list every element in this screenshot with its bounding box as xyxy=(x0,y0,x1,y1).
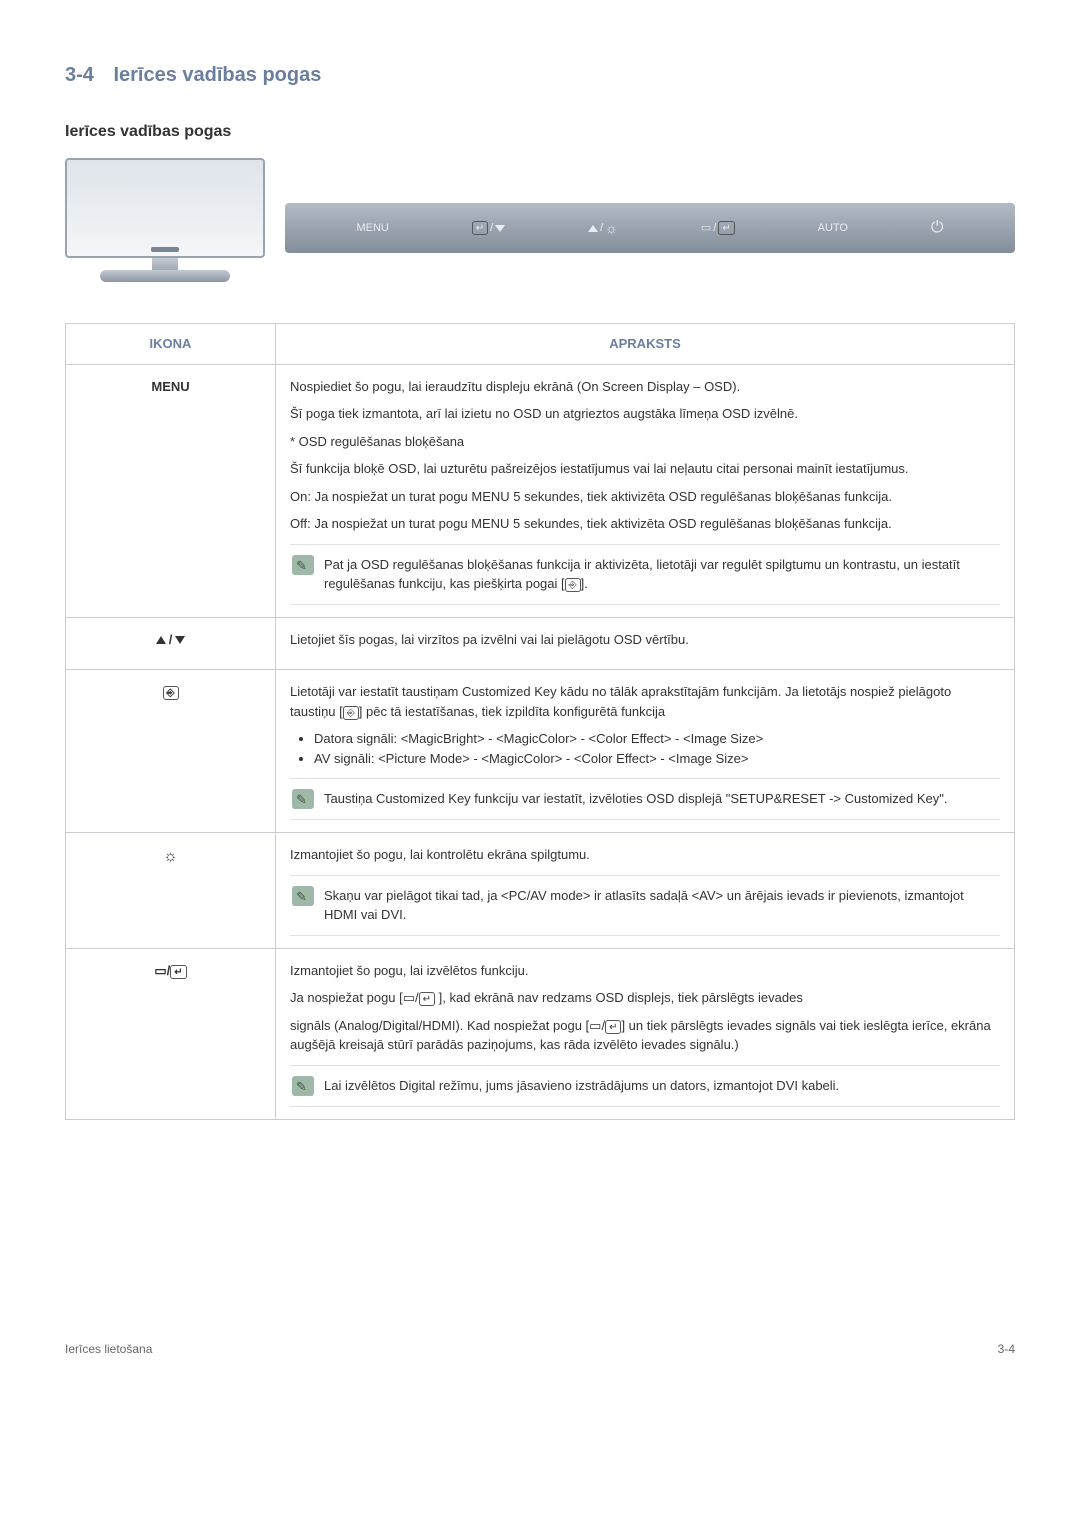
down-icon xyxy=(175,636,185,644)
row-arrows-label: / xyxy=(66,617,276,670)
th-icon: IKONA xyxy=(66,324,276,365)
custom-key-icon: ⎆ xyxy=(565,578,581,592)
up-icon xyxy=(156,636,166,644)
section-title: Ierīces vadības pogas xyxy=(113,64,321,86)
brightness-icon xyxy=(605,218,618,239)
note-icon xyxy=(292,1076,314,1096)
enter-icon: ↵ xyxy=(472,221,488,235)
custom-key-icon: ⎆ xyxy=(163,686,179,700)
illustration: MENU ↵ / / ▭ / ↵ AUTO xyxy=(65,158,1015,283)
list-item: Datora signāli: <MagicBright> - <MagicCo… xyxy=(314,729,1000,749)
section-number: 3-4 xyxy=(65,64,94,86)
enter2-icon: ↵ xyxy=(718,221,734,235)
bullet-list: Datora signāli: <MagicBright> - <MagicCo… xyxy=(314,729,1000,768)
bar-enter-down: ↵ / xyxy=(472,220,505,237)
description-table: IKONA APRAKSTS MENU Nospiediet šo pogu, … xyxy=(65,323,1015,1120)
footer-right: 3-4 xyxy=(998,1340,1015,1358)
note: Lai izvēlētos Digital režīmu, jums jāsav… xyxy=(290,1065,1000,1107)
row-menu-desc: Nospiediet šo pogu, lai ieraudzītu displ… xyxy=(276,364,1015,617)
table-row: ⎆ Lietotāji var iestatīt taustiņam Custo… xyxy=(66,670,1015,833)
list-item: AV signāli: <Picture Mode> - <MagicColor… xyxy=(314,749,1000,769)
power-icon xyxy=(931,216,944,240)
th-desc: APRAKSTS xyxy=(276,324,1015,365)
row-bright-desc: Izmantojiet šo pogu, lai kontrolētu ekrā… xyxy=(276,833,1015,949)
footer-left: Ierīces lietošana xyxy=(65,1340,152,1358)
bar-auto: AUTO xyxy=(818,220,848,237)
table-row: MENU Nospiediet šo pogu, lai ieraudzītu … xyxy=(66,364,1015,617)
row-source-label: ▭/↵ xyxy=(66,948,276,1119)
row-custom-desc: Lietotāji var iestatīt taustiņam Customi… xyxy=(276,670,1015,833)
row-bright-label xyxy=(66,833,276,949)
note-icon xyxy=(292,555,314,575)
down-icon xyxy=(495,225,505,232)
custom-key-icon: ⎆ xyxy=(343,706,359,720)
subheading: Ierīces vadības pogas xyxy=(65,120,1015,144)
table-row: ▭/↵ Izmantojiet šo pogu, lai izvēlētos f… xyxy=(66,948,1015,1119)
button-bar: MENU ↵ / / ▭ / ↵ AUTO xyxy=(285,203,1015,253)
note: Pat ja OSD regulēšanas bloķēšanas funkci… xyxy=(290,544,1000,605)
row-menu-label: MENU xyxy=(66,364,276,617)
bar-source-enter: ▭ / ↵ xyxy=(701,220,735,237)
note-icon xyxy=(292,789,314,809)
note: Taustiņa Customized Key funkciju var ies… xyxy=(290,778,1000,820)
bar-menu: MENU xyxy=(356,220,388,237)
note-icon xyxy=(292,886,314,906)
page-footer: Ierīces lietošana 3-4 xyxy=(65,1340,1015,1358)
row-source-desc: Izmantojiet šo pogu, lai izvēlētos funkc… xyxy=(276,948,1015,1119)
monitor-graphic xyxy=(65,158,265,283)
table-row: / Lietojiet šīs pogas, lai virzītos pa i… xyxy=(66,617,1015,670)
bar-up-bright: / xyxy=(588,218,618,239)
note: Skaņu var pielāgot tikai tad, ja <PC/AV … xyxy=(290,875,1000,936)
row-custom-label: ⎆ xyxy=(66,670,276,833)
up-icon xyxy=(588,225,598,232)
brightness-icon xyxy=(163,849,178,864)
source-enter-icon: ▭/↵ xyxy=(589,1018,621,1033)
row-arrows-desc: Lietojiet šīs pogas, lai virzītos pa izv… xyxy=(276,617,1015,670)
section-header: 3-4 Ierīces vadības pogas xyxy=(65,60,1015,90)
table-row: Izmantojiet šo pogu, lai kontrolētu ekrā… xyxy=(66,833,1015,949)
source-icon: ▭ xyxy=(154,963,166,978)
source-enter-icon: ▭/↵ xyxy=(403,990,435,1005)
source-icon: ▭ xyxy=(701,220,711,237)
enter-icon: ↵ xyxy=(170,965,186,979)
